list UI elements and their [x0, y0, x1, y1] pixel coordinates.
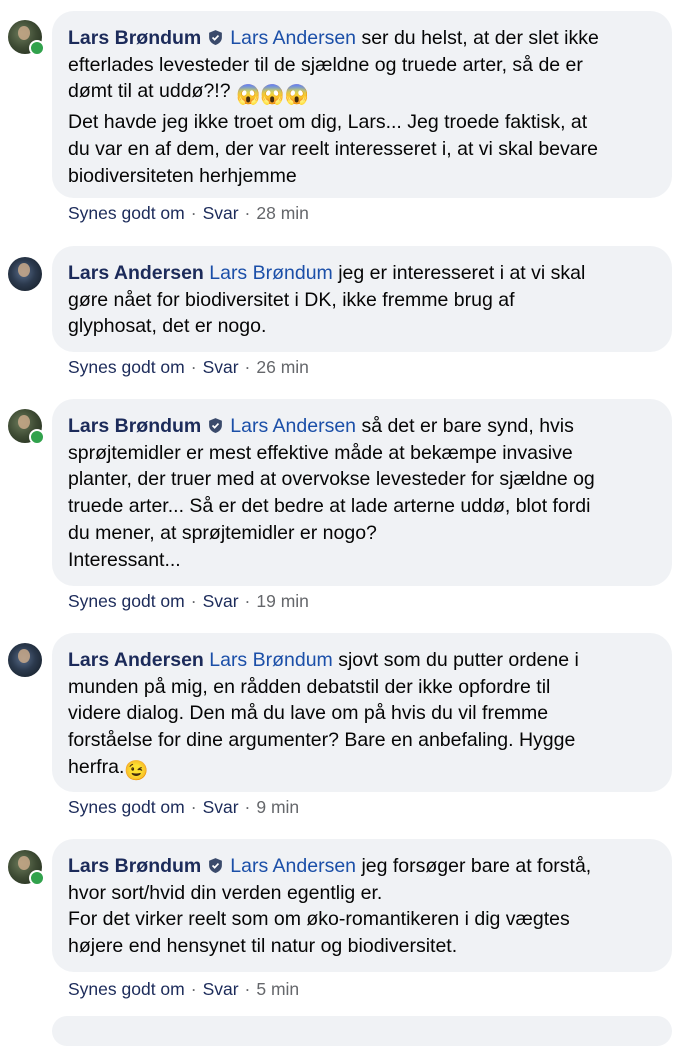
avatar[interactable]: [8, 850, 45, 886]
comment-actions: Synes godt om · Svar · 28 min: [68, 203, 309, 224]
comment-text: glyphosat, det er nogo.: [68, 315, 267, 338]
comment-text: sjovt som du putter ordene i: [332, 649, 579, 671]
comment-timestamp[interactable]: 28 min: [256, 203, 309, 223]
separator: ·: [190, 203, 197, 223]
online-status-dot: [29, 40, 45, 56]
comment-author[interactable]: Lars Brøndum: [68, 27, 201, 49]
separator: ·: [244, 591, 251, 611]
comment-text: så det er bare synd, hvis: [356, 415, 574, 437]
avatar[interactable]: [8, 20, 45, 56]
avatar[interactable]: [8, 257, 42, 291]
comment-text: du mener, at sprøjtemidler er nogo?: [68, 521, 377, 544]
comment-text: truede arter... Så er det bedre at lade …: [68, 495, 591, 518]
comment-text: hvor sort/hvid din verden egentlig er.: [68, 881, 383, 904]
comment-actions: Synes godt om · Svar · 5 min: [68, 979, 299, 1000]
separator: ·: [190, 591, 197, 611]
mention-link[interactable]: Lars Andersen: [230, 855, 356, 877]
comment-text: forståelse for dine argumenter? Bare en …: [68, 729, 576, 752]
comment-bubble: Lars Brøndum Lars Andersen jeg forsøger b…: [52, 839, 672, 972]
mention-link[interactable]: Lars Brøndum: [209, 262, 333, 284]
comment-timestamp[interactable]: 5 min: [256, 979, 299, 999]
comment-text: Det havde jeg ikke troet om dig, Lars...…: [68, 111, 588, 134]
like-button[interactable]: Synes godt om: [68, 203, 185, 223]
comment-actions: Synes godt om · Svar · 19 min: [68, 591, 309, 612]
reply-button[interactable]: Svar: [203, 979, 239, 999]
comment-timestamp[interactable]: 26 min: [256, 357, 309, 377]
avatar-face: [18, 263, 30, 277]
comment-text: planter, der truer med at overvokse leve…: [68, 468, 595, 491]
like-button[interactable]: Synes godt om: [68, 591, 185, 611]
comment-bubble: Lars Andersen Lars Brøndum jeg er intere…: [52, 246, 672, 352]
shield-icon: [209, 30, 223, 45]
comment-timestamp[interactable]: 19 min: [256, 591, 309, 611]
separator: ·: [244, 797, 251, 817]
comment-text: munden på mig, en rådden debatstil der i…: [68, 675, 551, 698]
online-status-dot: [29, 870, 45, 886]
mention-link[interactable]: Lars Andersen: [230, 415, 356, 437]
avatar[interactable]: [8, 643, 42, 677]
avatar-face: [18, 649, 30, 663]
comment-text: For det virker reelt som om øko-romantik…: [68, 908, 570, 931]
avatar[interactable]: [8, 409, 45, 445]
mention-link[interactable]: Lars Brøndum: [209, 649, 333, 671]
shield-icon: [209, 858, 223, 873]
comment-text: herfra.: [68, 755, 125, 778]
avatar-face: [18, 26, 30, 40]
comment-text: sprøjtemidler er mest effektive måde at …: [68, 441, 573, 464]
online-status-dot: [29, 429, 45, 445]
comment-text: gøre nået for biodiversitet i DK, ikke f…: [68, 288, 515, 311]
separator: ·: [244, 203, 251, 223]
separator: ·: [190, 979, 197, 999]
separator: ·: [244, 979, 251, 999]
reply-button[interactable]: Svar: [203, 797, 239, 817]
scream-emoji-icon: 😱😱😱: [236, 84, 309, 107]
comment-bubble: Lars Andersen Lars Brøndum sjovt som du …: [52, 633, 672, 792]
comment-text: videre dialog. Den må du lave om på hvis…: [68, 702, 549, 725]
comment-text: Interessant...: [68, 548, 181, 571]
reply-button[interactable]: Svar: [203, 591, 239, 611]
like-button[interactable]: Synes godt om: [68, 797, 185, 817]
mention-link[interactable]: Lars Andersen: [230, 27, 356, 49]
wink-emoji-icon: 😉: [124, 759, 149, 782]
comment-actions: Synes godt om · Svar · 26 min: [68, 357, 309, 378]
comment-author[interactable]: Lars Brøndum: [68, 415, 201, 437]
reply-button[interactable]: Svar: [203, 357, 239, 377]
comment-text: efterlades levesteder til de sjældne og …: [68, 53, 583, 76]
comment-author[interactable]: Lars Andersen: [68, 262, 204, 284]
like-button[interactable]: Synes godt om: [68, 357, 185, 377]
comment-text: biodiversiteten herhjemme: [68, 164, 297, 187]
comment-author[interactable]: Lars Brøndum: [68, 855, 201, 877]
separator: ·: [190, 357, 197, 377]
next-comment-bubble: [52, 1016, 672, 1046]
avatar-face: [18, 415, 30, 429]
comment-text: jeg er interesseret i at vi skal: [332, 262, 586, 284]
comment-actions: Synes godt om · Svar · 9 min: [68, 797, 299, 818]
comment-author[interactable]: Lars Andersen: [68, 649, 204, 671]
avatar-face: [18, 856, 30, 870]
comment-text: du var en af dem, der var reelt interess…: [68, 137, 598, 160]
shield-icon: [209, 418, 223, 433]
comment-text: højere end hensynet til natur og biodive…: [68, 935, 458, 958]
comment-bubble: Lars Brøndum Lars Andersen så det er bare…: [52, 399, 672, 586]
comment-timestamp[interactable]: 9 min: [256, 797, 299, 817]
comment-text: jeg forsøger bare at forstå,: [356, 855, 592, 877]
like-button[interactable]: Synes godt om: [68, 979, 185, 999]
reply-button[interactable]: Svar: [203, 203, 239, 223]
separator: ·: [244, 357, 251, 377]
comment-bubble: Lars Brøndum Lars Andersen ser du helst, …: [52, 11, 672, 198]
comment-text: ser du helst, at der slet ikke: [356, 27, 599, 49]
separator: ·: [190, 797, 197, 817]
comment-text: dømt til at uddø?!?: [68, 80, 236, 103]
